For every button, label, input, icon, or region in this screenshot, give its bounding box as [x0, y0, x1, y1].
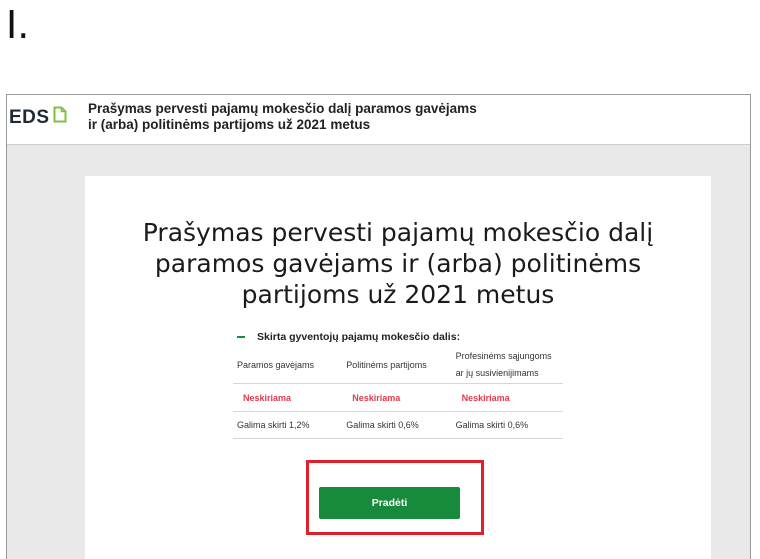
page-title-line-1: Prašymas pervesti pajamų mokesčio dalį	[142, 218, 654, 247]
start-button[interactable]: Pradėti	[319, 487, 460, 519]
table-header-cell-line-2: ar jų susivienijimams	[455, 368, 539, 378]
status-cell: Neskiriama	[451, 383, 563, 412]
page-title: Prašymas pervesti pajamų mokesčio dalį p…	[85, 217, 711, 310]
allowance-cell: Galima skirti 0,6%	[451, 411, 563, 439]
tax-share-table: Paramos gavėjams Politinėms partijoms Pr…	[233, 347, 563, 439]
document-icon	[53, 106, 67, 128]
section-heading[interactable]: Skirta gyventojų pajamų mokesčio dalis:	[237, 331, 460, 343]
status-cell: Neskiriama	[233, 383, 343, 412]
form-card: Prašymas pervesti pajamų mokesčio dalį p…	[85, 176, 711, 559]
table-row-status: Neskiriama Neskiriama Neskiriama	[233, 383, 563, 412]
table-header-cell-line-1: Profesinėms sąjungoms	[455, 351, 552, 361]
header-title-line-1: Prašymas pervesti pajamų mokesčio dalį p…	[88, 101, 477, 116]
table-row-allowance: Galima skirti 1,2% Galima skirti 0,6% Ga…	[233, 411, 563, 439]
eds-logo[interactable]: EDS	[9, 106, 67, 129]
status-cell: Neskiriama	[342, 383, 452, 412]
table-header-cell: Paramos gavėjams	[233, 347, 343, 384]
allowance-cell: Galima skirti 1,2%	[233, 411, 343, 439]
collapse-icon[interactable]	[237, 336, 245, 338]
table-header-row: Paramos gavėjams Politinėms partijoms Pr…	[233, 347, 563, 384]
table-header-cell: Politinėms partijoms	[342, 347, 452, 384]
app-window: EDS Prašymas pervesti pajamų mokesčio da…	[6, 94, 751, 559]
page-title-line-2: paramos gavėjams ir (arba) politinėms	[154, 249, 642, 278]
logo-text: EDS	[9, 107, 50, 128]
header-title: Prašymas pervesti pajamų mokesčio dalį p…	[88, 101, 508, 133]
table-header-cell: Profesinėms sąjungoms ar jų susivienijim…	[451, 347, 563, 384]
header-title-line-2: ir (arba) politinėms partijoms už 2021 m…	[88, 117, 371, 132]
page-title-line-3: partijoms už 2021 metus	[241, 280, 555, 309]
header-bar: EDS Prašymas pervesti pajamų mokesčio da…	[7, 95, 750, 145]
step-label: I.	[6, 3, 30, 47]
section-heading-label: Skirta gyventojų pajamų mokesčio dalis:	[257, 331, 461, 343]
allowance-cell: Galima skirti 0,6%	[342, 411, 452, 439]
